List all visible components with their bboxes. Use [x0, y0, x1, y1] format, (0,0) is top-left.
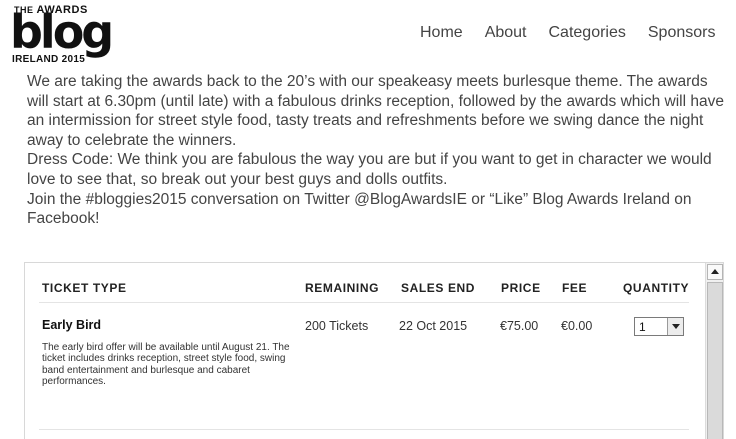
intro-paragraph-theme: We are taking the awards back to the 20’…	[27, 73, 724, 149]
ticket-name: Early Bird	[42, 318, 102, 332]
widget-scrollbar[interactable]	[705, 263, 723, 439]
row-divider	[39, 429, 689, 430]
nav-categories[interactable]: Categories	[549, 24, 626, 42]
intro-paragraph-dress-code: Dress Code: We think you are fabulous th…	[27, 151, 712, 188]
quantity-value: 1	[639, 320, 646, 334]
nav-about[interactable]: About	[485, 24, 527, 42]
chevron-down-icon[interactable]	[667, 318, 683, 335]
header-ticket-type: TICKET TYPE	[42, 281, 127, 295]
header-sales-end: SALES END	[401, 281, 476, 295]
ticket-sales-end: 22 Oct 2015	[399, 319, 468, 333]
site-header: THE AWARDS blog IRELAND 2015 Home About C…	[0, 0, 736, 70]
ticket-fee: €0.00	[561, 319, 593, 333]
ticket-price: €75.00	[500, 319, 539, 333]
header-remaining: REMAINING	[305, 281, 380, 295]
header-price: PRICE	[501, 281, 541, 295]
scroll-thumb[interactable]	[707, 282, 723, 439]
header-fee: FEE	[562, 281, 588, 295]
main-nav: Home About Categories Sponsors B	[420, 24, 736, 42]
nav-home[interactable]: Home	[420, 24, 463, 42]
scroll-up-arrow-icon[interactable]	[707, 264, 723, 280]
logo-blog-text: blog	[10, 5, 114, 59]
blog-awards-logo[interactable]: THE AWARDS blog IRELAND 2015	[10, 2, 120, 68]
ticket-remaining: 200 Tickets	[305, 319, 369, 333]
quantity-select[interactable]: 1	[634, 317, 684, 336]
event-description: We are taking the awards back to the 20’…	[27, 72, 727, 229]
ticket-widget: TICKET TYPE REMAINING SALES END PRICE FE…	[24, 262, 724, 439]
header-divider	[39, 302, 689, 303]
logo-ireland-text: IRELAND 2015	[12, 54, 86, 65]
header-quantity: QUANTITY	[623, 281, 690, 295]
intro-paragraph-social: Join the #bloggies2015 conversation on T…	[27, 190, 692, 228]
ticket-description: The early bird offer will be available u…	[42, 342, 290, 388]
ticket-table: TICKET TYPE REMAINING SALES END PRICE FE…	[25, 263, 703, 439]
nav-sponsors[interactable]: Sponsors	[648, 24, 716, 42]
